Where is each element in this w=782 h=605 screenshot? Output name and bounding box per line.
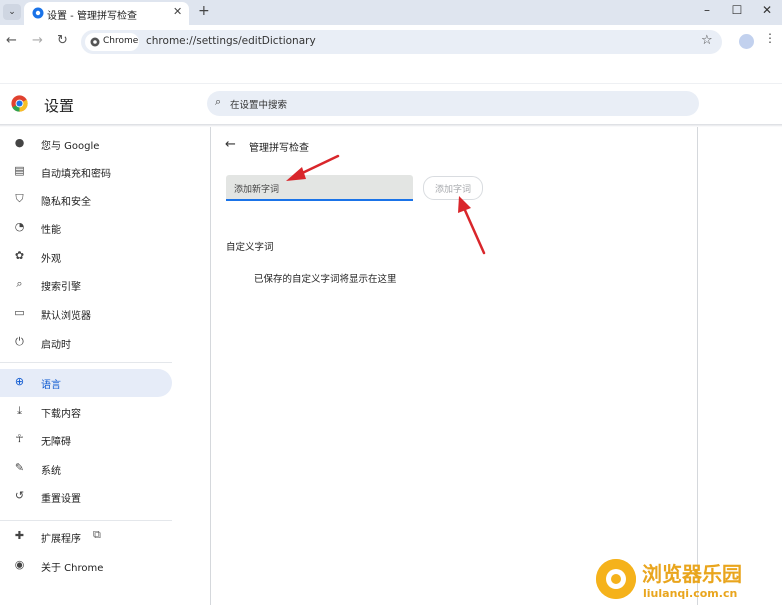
sidebar-item-label: 启动时 [41,340,71,351]
new-word-placeholder: 添加新字词 [234,185,280,195]
sidebar-item-search-engine[interactable]: ⌕ 搜索引擎 [0,271,172,299]
power-icon: ⏻ [15,335,24,348]
chrome-logo-icon [11,95,28,112]
sidebar-item-label: 性能 [41,225,61,236]
empty-state-message: 已保存的自定义字词将显示在这里 [254,274,397,285]
clipboard-icon: ▤ [14,164,25,177]
url-text[interactable]: chrome://settings/editDictionary [146,35,316,47]
person-icon: ● [14,136,25,149]
maximize-icon[interactable]: ☐ [729,3,745,17]
back-arrow-icon[interactable]: ← [6,33,17,48]
main-card: ← 管理拼写检查 添加新字词 添加字词 自定义字词 已保存的自定义字词将显示在这… [210,127,698,605]
tab-title: 设置 - 管理拼写检查 [47,11,137,22]
globe-icon: ⊕ [14,375,25,388]
more-menu-icon[interactable]: ⋮ [764,31,776,45]
sidebar-item-label: 您与 Google [41,141,100,152]
sidebar-item-performance[interactable]: ◔ 性能 [0,214,172,242]
puzzle-icon: ✚ [14,529,25,542]
sidebar-item-system[interactable]: ✎ 系统 [0,455,172,483]
custom-words-heading: 自定义字词 [226,242,274,253]
sidebar-item-label: 默认浏览器 [41,311,91,322]
sidebar-item-label: 关于 Chrome [41,563,104,574]
new-word-input[interactable]: 添加新字词 [226,175,413,201]
tab-strip: ⌄ 设置 - 管理拼写检查 ✕ + – ☐ ✕ [0,0,782,25]
browser-icon: ▭ [14,306,25,319]
watermark: 浏览器乐园 liulanqi.com.cn [596,556,782,605]
site-chip-label: Chrome [103,36,139,46]
sidebar-item-downloads[interactable]: ⤓ 下载内容 [0,398,172,426]
search-icon: ⌕ [215,95,222,108]
new-tab-button[interactable]: + [198,3,210,19]
sidebar-item-label: 扩展程序 [41,534,81,545]
wrench-icon: ✎ [14,461,25,474]
bookmark-star-icon[interactable]: ☆ [701,33,713,48]
sidebar-divider [0,362,172,363]
search-icon: ⌕ [16,277,23,290]
sidebar-item-on-startup[interactable]: ⏻ 启动时 [0,329,172,357]
sidebar-item-label: 搜索引擎 [41,282,81,293]
minimize-icon[interactable]: – [699,3,715,17]
sidebar-item-label: 重置设置 [41,494,81,505]
sidebar-item-accessibility[interactable]: ☥ 无障碍 [0,426,172,454]
search-placeholder: 在设置中搜索 [230,100,288,111]
add-word-button[interactable]: 添加字词 [423,176,483,200]
site-chip[interactable]: Chrome [85,33,139,51]
sidebar-item-autofill[interactable]: ▤ 自动填充和密码 [0,158,172,186]
download-icon: ⤓ [17,404,22,417]
palette-icon: ✿ [14,249,25,262]
watermark-logo-icon [596,559,636,599]
sidebar-item-privacy[interactable]: ⛉ 隐私和安全 [0,186,172,214]
toolbar: ← → ↻ Chrome chrome://settings/editDicti… [0,25,782,59]
sidebar-item-label: 下载内容 [41,409,81,420]
profile-avatar[interactable] [739,34,754,49]
watermark-title: 浏览器乐园 [642,562,742,586]
reload-icon[interactable]: ↻ [57,33,68,48]
forward-arrow-icon[interactable]: → [32,33,43,48]
divider [0,83,782,84]
address-bar[interactable]: Chrome chrome://settings/editDictionary … [81,30,722,54]
close-window-icon[interactable]: ✕ [759,3,775,17]
sidebar-divider [0,520,172,521]
close-icon[interactable]: ✕ [173,5,182,18]
tab-search-icon[interactable]: ⌄ [3,4,21,20]
sidebar-item-appearance[interactable]: ✿ 外观 [0,243,172,271]
sidebar-item-label: 外观 [41,254,61,265]
sidebar-item-label: 自动填充和密码 [41,169,111,180]
reset-icon: ↺ [14,489,25,502]
chrome-icon [90,37,100,47]
sidebar-item-you-and-google[interactable]: ● 您与 Google [0,130,172,158]
add-word-button-label: 添加字词 [434,185,471,195]
speedometer-icon: ◔ [14,220,25,233]
chrome-icon: ◉ [14,558,25,571]
watermark-url: liulanqi.com.cn [643,587,738,600]
sidebar-item-default-browser[interactable]: ▭ 默认浏览器 [0,300,172,328]
sidebar-item-label: 系统 [41,466,61,477]
sidebar-item-reset[interactable]: ↺ 重置设置 [0,483,172,511]
sidebar-item-extensions[interactable]: ✚ 扩展程序 ⧉ [0,523,172,551]
sidebar-item-languages[interactable]: ⊕ 语言 [0,369,172,397]
page-title: 设置 [44,97,75,115]
sidebar-item-label: 无障碍 [41,437,71,448]
external-link-icon: ⧉ [93,528,101,541]
sidebar-item-about-chrome[interactable]: ◉ 关于 Chrome [0,552,172,580]
page-heading: 管理拼写检查 [249,143,309,154]
gear-icon [32,7,44,19]
tab-settings[interactable]: 设置 - 管理拼写检查 ✕ [24,2,189,25]
back-arrow-icon[interactable]: ← [225,137,236,152]
sidebar-item-label: 隐私和安全 [41,197,91,208]
shield-icon: ⛉ [15,192,24,205]
sidebar-item-label: 语言 [41,380,61,391]
accessibility-icon: ☥ [15,432,24,445]
settings-search-input[interactable]: ⌕ 在设置中搜索 [207,91,699,116]
